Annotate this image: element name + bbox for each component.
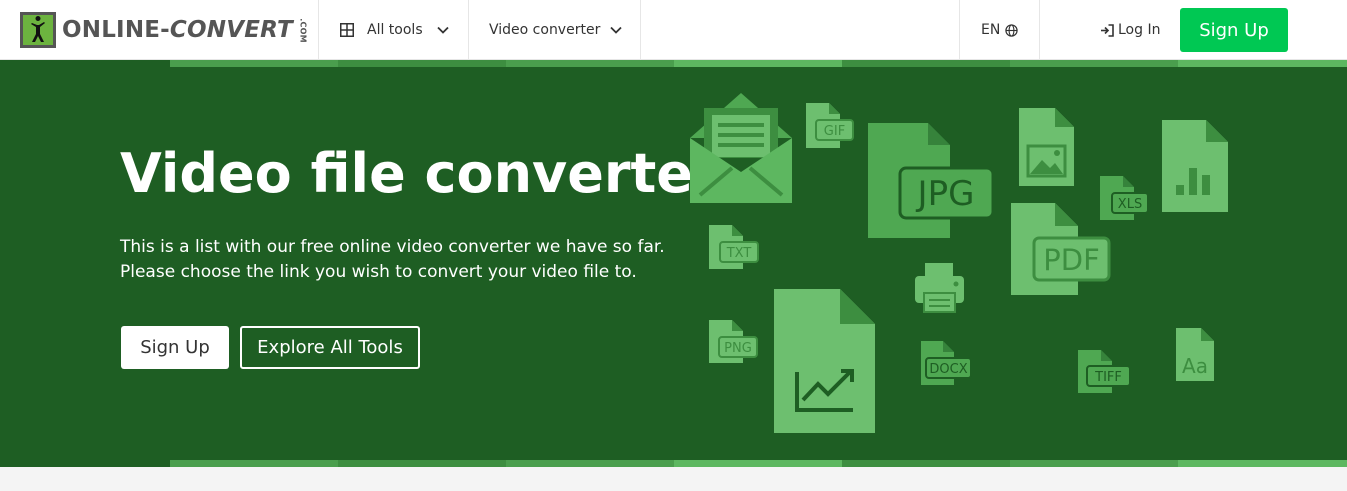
png-file-label: PNG: [724, 341, 752, 356]
nav-divider: [959, 0, 960, 60]
language-selector[interactable]: EN: [981, 0, 1019, 60]
logo-text-online: ONLINE-: [62, 17, 170, 43]
txt-file-icon: TXT: [709, 225, 759, 269]
pdf-file-label: PDF: [1043, 243, 1100, 277]
docx-file-label: DOCX: [929, 362, 967, 377]
nav-divider: [318, 0, 319, 60]
image-file-icon: [1019, 108, 1074, 186]
png-file-icon: PNG: [709, 320, 758, 363]
nav-divider: [1039, 0, 1040, 60]
jpg-file-icon: JPG: [868, 123, 995, 238]
line-chart-file-icon: [774, 289, 875, 433]
gif-file-label: GIF: [824, 124, 845, 139]
printer-icon: [915, 263, 964, 313]
font-file-label: Aa: [1182, 354, 1208, 378]
logo-mark-icon: [20, 12, 56, 48]
nav-divider: [640, 0, 641, 60]
file-icons-illustration: GIF JPG XLS TXT PDF PNG DOCX TIFF Aa: [690, 93, 1228, 433]
globe-icon: [1005, 23, 1019, 37]
video-converter-label: Video converter: [489, 22, 601, 38]
font-file-icon: Aa: [1176, 328, 1214, 381]
login-icon: [1101, 23, 1114, 37]
bar-chart-file-icon: [1162, 120, 1228, 212]
docx-file-icon: DOCX: [921, 341, 972, 385]
pdf-file-icon: PDF: [1011, 203, 1111, 295]
nav-divider: [468, 0, 469, 60]
all-tools-menu[interactable]: All tools: [340, 0, 449, 60]
logo-text-convert: CONVERT: [169, 17, 293, 43]
top-navbar: ONLINE-CONVERT .COM All tools Video conve…: [0, 0, 1347, 60]
login-link[interactable]: Log In: [1100, 0, 1160, 60]
video-converter-menu[interactable]: Video converter: [489, 0, 622, 60]
hero-banner: Video file converter This is a list with…: [0, 60, 1347, 467]
xls-file-label: XLS: [1118, 197, 1142, 212]
signup-button-header[interactable]: Sign Up: [1180, 8, 1288, 52]
language-label: EN: [981, 22, 1001, 38]
tiff-file-icon: TIFF: [1078, 350, 1131, 393]
xls-file-icon: XLS: [1100, 176, 1149, 220]
logo-text-com: .COM: [298, 18, 308, 43]
gif-file-icon: GIF: [806, 103, 854, 148]
site-logo[interactable]: ONLINE-CONVERT .COM: [20, 12, 315, 48]
login-label: Log In: [1118, 22, 1161, 38]
jpg-file-label: JPG: [916, 174, 975, 214]
envelope-icon: [690, 93, 792, 203]
chevron-down-icon: [436, 26, 449, 34]
logo-text: ONLINE-CONVERT .COM: [62, 17, 315, 43]
grid-icon: [340, 23, 354, 37]
tiff-file-label: TIFF: [1094, 370, 1122, 385]
chevron-down-icon: [610, 26, 622, 34]
all-tools-label: All tools: [367, 22, 423, 38]
txt-file-label: TXT: [726, 246, 752, 261]
